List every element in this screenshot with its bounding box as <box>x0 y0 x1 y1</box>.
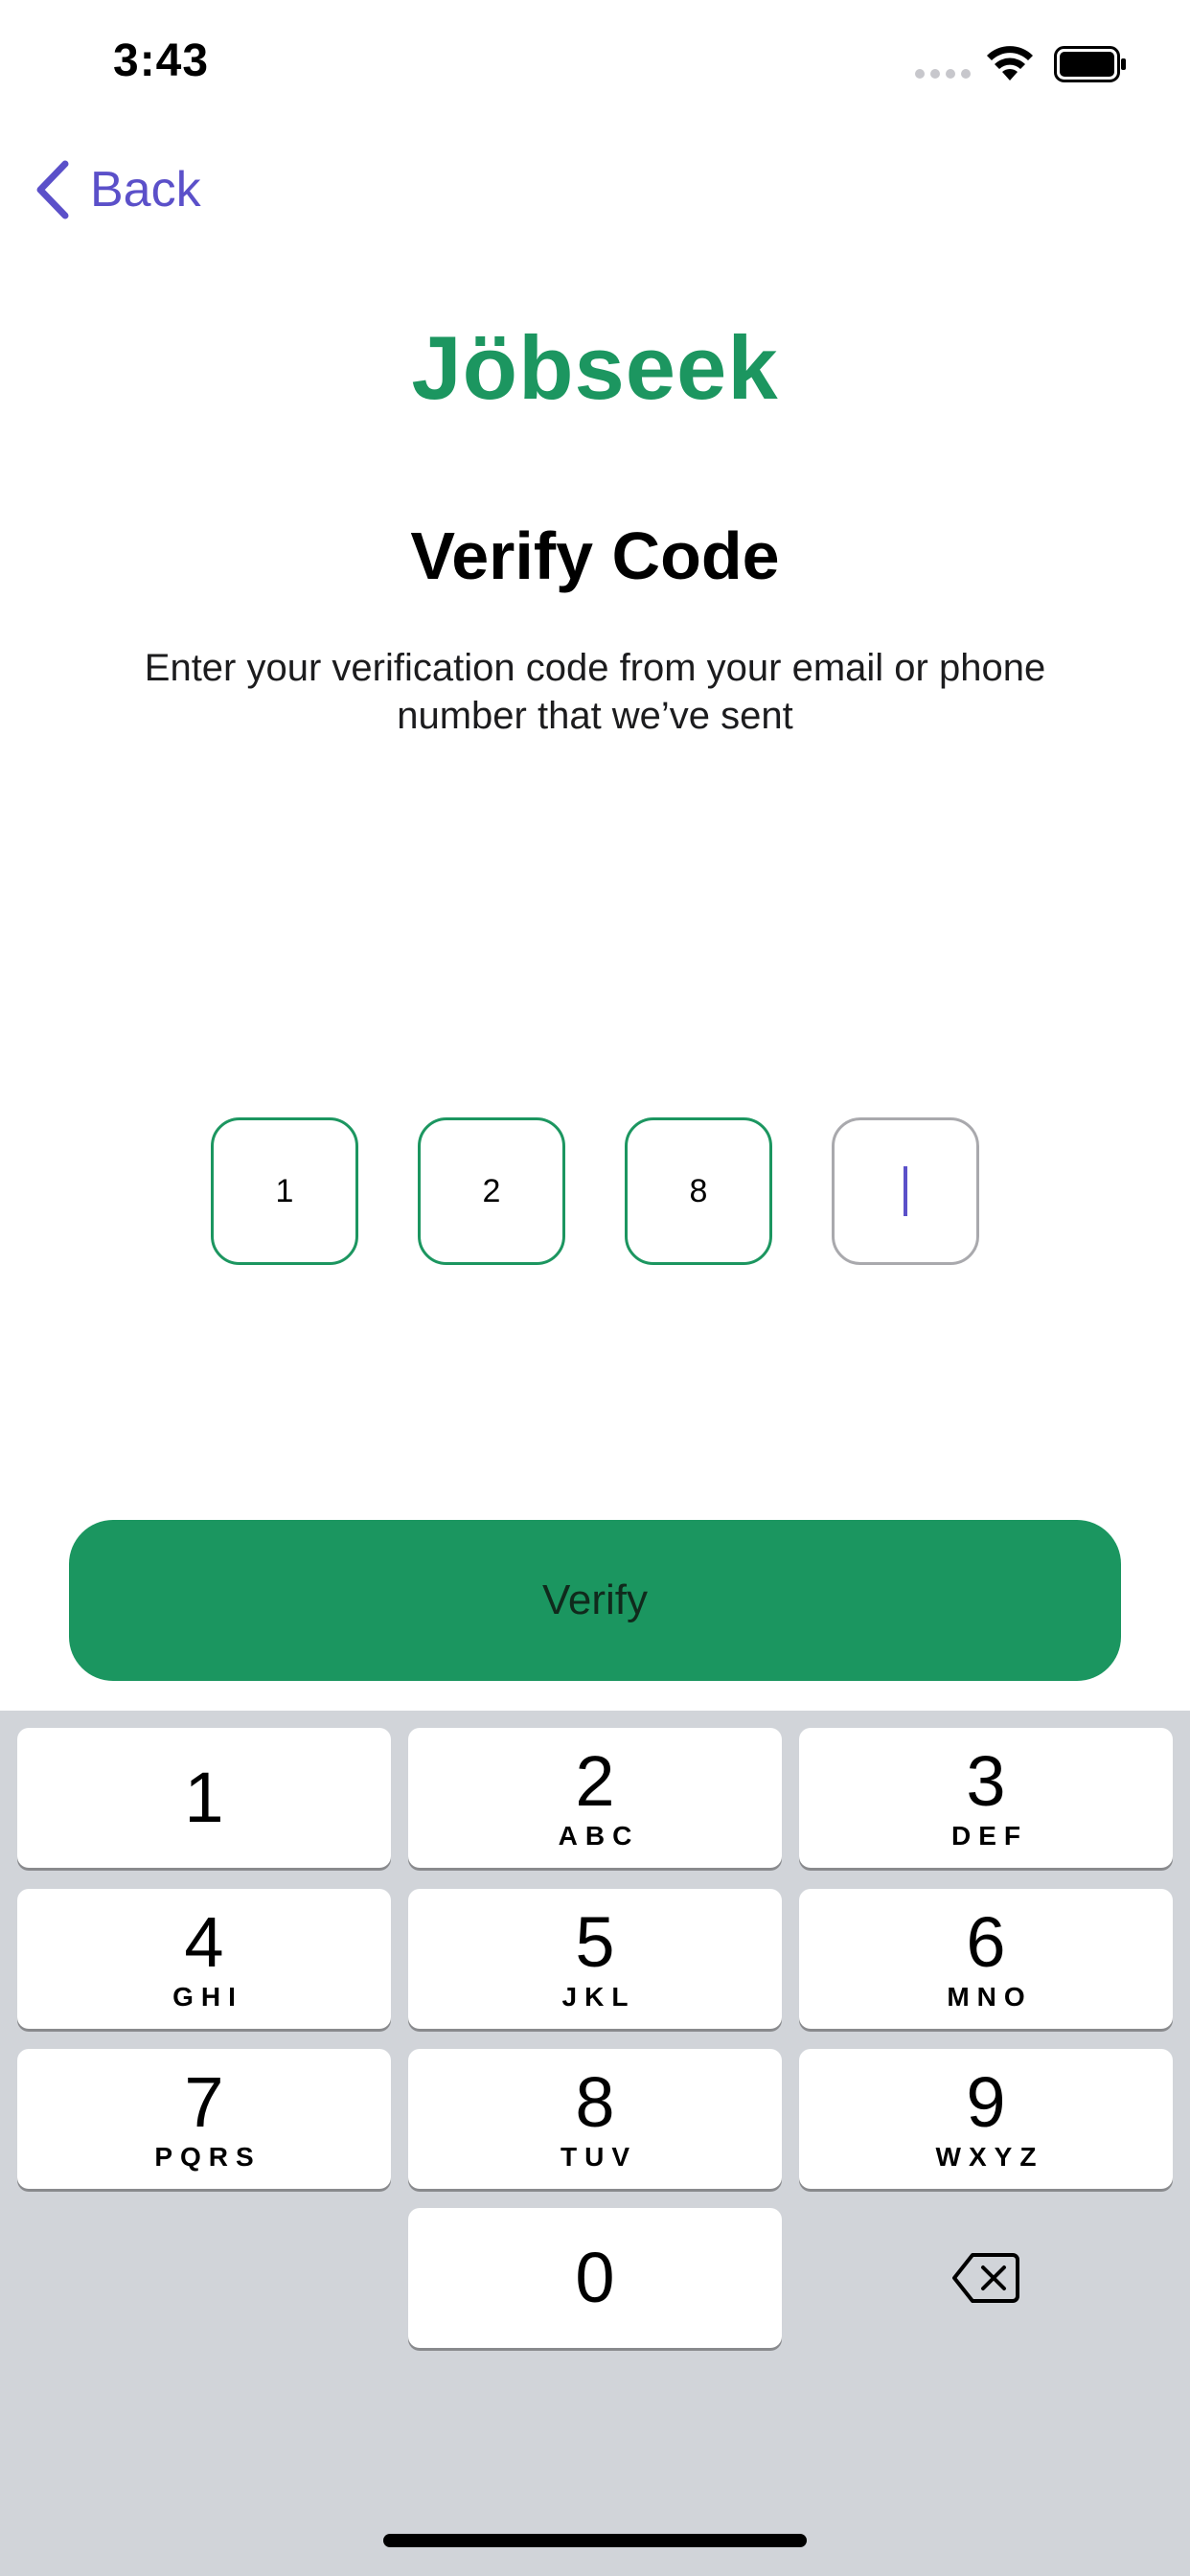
key-number: 3 <box>966 1741 1006 1821</box>
key-5[interactable]: 5 JKL <box>408 1889 782 2029</box>
wifi-icon <box>985 44 1035 82</box>
key-letters: JKL <box>561 1982 636 2012</box>
key-8[interactable]: 8 TUV <box>408 2049 782 2189</box>
key-1[interactable]: 1 <box>17 1728 391 1868</box>
otp-digit-4[interactable] <box>832 1117 979 1265</box>
page-title: Verify Code <box>410 518 780 593</box>
cellular-signal-icon <box>915 69 971 79</box>
key-number: 1 <box>184 1758 224 1837</box>
key-number: 6 <box>966 1902 1006 1982</box>
key-number: 5 <box>575 1902 615 1982</box>
key-2[interactable]: 2 ABC <box>408 1728 782 1868</box>
key-letters: GHI <box>172 1982 243 2012</box>
back-button[interactable]: Back <box>33 153 201 226</box>
key-9[interactable]: 9 WXYZ <box>799 2049 1173 2189</box>
text-cursor <box>904 1166 907 1216</box>
chevron-left-icon <box>36 160 69 219</box>
brand-logo: Jöbseek <box>411 317 779 418</box>
key-3[interactable]: 3 DEF <box>799 1728 1173 1868</box>
key-4[interactable]: 4 GHI <box>17 1889 391 2029</box>
key-letters: DEF <box>951 1821 1028 1851</box>
page-subtitle: Enter your verification code from your e… <box>144 647 1046 737</box>
key-number: 9 <box>966 2062 1006 2142</box>
key-letters: WXYZ <box>935 2142 1044 2172</box>
delete-key[interactable] <box>799 2208 1173 2348</box>
key-7[interactable]: 7 PQRS <box>17 2049 391 2189</box>
otp-digit-1[interactable]: 1 <box>211 1117 358 1265</box>
back-label: Back <box>90 162 201 218</box>
key-number: 2 <box>575 1741 615 1821</box>
otp-digit-3[interactable]: 8 <box>625 1117 772 1265</box>
key-letters: PQRS <box>154 2142 262 2172</box>
key-number: 7 <box>184 2062 224 2142</box>
battery-icon <box>1054 46 1127 82</box>
key-number: 8 <box>575 2062 615 2142</box>
key-number: 4 <box>184 1902 224 1982</box>
key-letters: ABC <box>558 1821 640 1851</box>
key-number: 0 <box>575 2238 615 2317</box>
key-0[interactable]: 0 <box>408 2208 782 2348</box>
status-time: 3:43 <box>113 35 210 86</box>
backspace-icon <box>952 2253 1019 2303</box>
key-letters: TUV <box>561 2142 637 2172</box>
key-6[interactable]: 6 MNO <box>799 1889 1173 2029</box>
numeric-keyboard: 1 2 ABC 3 DEF 4 GHI 5 JKL 6 MNO 7 PQRS 8… <box>0 1711 1190 2576</box>
otp-digit-2[interactable]: 2 <box>418 1117 565 1265</box>
otp-input-group: 1 2 8 <box>0 1117 1190 1265</box>
verify-button[interactable]: Verify <box>69 1520 1121 1681</box>
home-indicator <box>383 2534 807 2547</box>
key-letters: MNO <box>947 1982 1033 2012</box>
